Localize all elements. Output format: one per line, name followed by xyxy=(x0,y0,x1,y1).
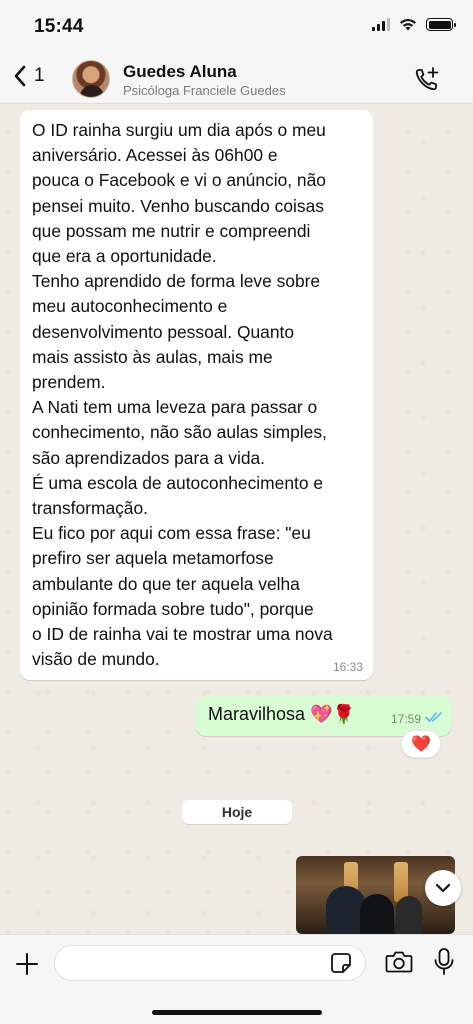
chat-header: 1 Guedes Aluna Psicóloga Franciele Guede… xyxy=(0,56,473,104)
status-icons xyxy=(372,18,456,31)
status-time: 15:44 xyxy=(34,16,84,37)
back-chevron-icon xyxy=(14,65,26,87)
outgoing-message-time: 17:59 xyxy=(390,712,421,726)
status-bar: 15:44 xyxy=(0,0,473,56)
thumbnail-figure xyxy=(360,894,394,934)
outgoing-message-text: Maravilhosa 💖🌹 xyxy=(208,704,355,724)
wifi-icon xyxy=(400,18,416,31)
contact-name[interactable]: Guedes Aluna xyxy=(123,62,237,82)
cellular-signal-icon xyxy=(372,18,390,31)
sticker-icon[interactable] xyxy=(330,952,352,974)
battery-icon xyxy=(426,18,456,31)
chevron-down-icon xyxy=(435,883,451,893)
back-button[interactable]: 1 xyxy=(12,64,45,88)
thumbnail-figure xyxy=(396,896,422,934)
incoming-message-text: O ID rainha surgiu um dia após o meu ani… xyxy=(32,120,333,670)
avatar[interactable] xyxy=(72,60,110,98)
scroll-to-bottom-button[interactable] xyxy=(425,870,461,906)
camera-icon[interactable] xyxy=(385,949,413,975)
incoming-message-time: 16:33 xyxy=(332,660,363,674)
contact-subtitle[interactable]: Psicóloga Franciele Guedes xyxy=(123,83,286,98)
message-reaction[interactable]: ❤️ xyxy=(401,730,441,758)
incoming-message-bubble[interactable]: O ID rainha surgiu um dia após o meu ani… xyxy=(20,110,373,680)
add-call-icon[interactable] xyxy=(413,66,441,94)
mic-icon[interactable] xyxy=(433,947,455,977)
plus-icon[interactable] xyxy=(14,951,40,977)
message-input[interactable] xyxy=(54,945,366,981)
date-divider: Hoje xyxy=(182,800,292,824)
read-ticks-icon xyxy=(425,712,442,722)
unread-count: 1 xyxy=(34,65,45,86)
home-indicator xyxy=(152,1010,322,1015)
